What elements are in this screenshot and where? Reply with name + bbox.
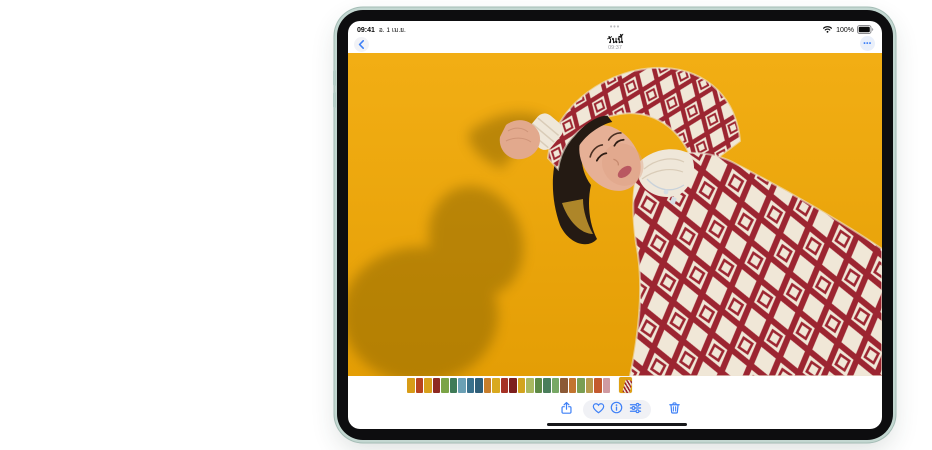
volume-up-button: [333, 70, 336, 86]
battery-percent: 100%: [836, 27, 854, 34]
thumbnail-current[interactable]: [619, 377, 632, 393]
status-time: 09:41: [357, 27, 375, 34]
adjust-button[interactable]: [629, 403, 643, 417]
thumbnail[interactable]: [526, 378, 534, 393]
thumbnail[interactable]: [586, 378, 594, 393]
thumbnail[interactable]: [535, 378, 543, 393]
battery-icon: [857, 25, 874, 36]
chevron-left-icon: [358, 36, 365, 54]
thumbnail[interactable]: [433, 378, 441, 393]
info-button[interactable]: [610, 403, 624, 417]
thumbnail[interactable]: [441, 378, 449, 393]
thumbnail[interactable]: [594, 378, 602, 393]
bottom-toolbar: [348, 400, 882, 420]
navigation-bar: วันนี้ 09:37 •••: [348, 35, 882, 55]
favorite-button[interactable]: [591, 403, 605, 417]
thumbnail[interactable]: [450, 378, 458, 393]
thumbnail[interactable]: [501, 378, 509, 393]
thumbnail[interactable]: [509, 378, 517, 393]
thumbnail[interactable]: [543, 378, 551, 393]
thumbnail[interactable]: [560, 378, 568, 393]
page-title: วันนี้: [607, 36, 623, 45]
thumbnail[interactable]: [458, 378, 466, 393]
thumbnail[interactable]: [603, 378, 611, 393]
back-button[interactable]: [354, 37, 369, 52]
status-date: อ. 1 เม.ย.: [379, 25, 406, 35]
more-options-button[interactable]: •••: [860, 36, 875, 51]
thumbnail[interactable]: [475, 378, 483, 393]
thumbnail[interactable]: [484, 378, 492, 393]
home-indicator[interactable]: [547, 423, 687, 426]
info-icon: [610, 401, 623, 419]
toolbar-pill: [583, 400, 651, 419]
thumbnail[interactable]: [407, 378, 415, 393]
photo-view[interactable]: [348, 53, 882, 376]
share-button[interactable]: [557, 401, 575, 419]
ipad-screen: 09:41 อ. 1 เม.ย. 100%: [348, 21, 882, 429]
sliders-icon: [629, 401, 642, 419]
photo-illustration: [348, 53, 882, 376]
trash-icon: [668, 401, 681, 420]
thumbnail[interactable]: [424, 378, 432, 393]
thumbnail[interactable]: [492, 378, 500, 393]
thumbnail[interactable]: [467, 378, 475, 393]
share-icon: [560, 401, 573, 420]
ipad-device: 09:41 อ. 1 เม.ย. 100%: [337, 10, 893, 440]
thumbnail[interactable]: [416, 378, 424, 393]
thumbnail[interactable]: [569, 378, 577, 393]
thumbnail[interactable]: [518, 378, 526, 393]
delete-button[interactable]: [665, 401, 683, 419]
thumbnail[interactable]: [577, 378, 585, 393]
thumbnail-current-figure: [623, 379, 632, 393]
thumbnail[interactable]: [552, 378, 560, 393]
nav-title-group: วันนี้ 09:37: [607, 36, 623, 52]
thumbnail-strip[interactable]: [407, 378, 610, 393]
heart-icon: [592, 401, 605, 419]
volume-down-button: [333, 92, 336, 108]
multitasking-indicator[interactable]: •••: [610, 26, 620, 30]
page-subtitle: 09:37: [607, 46, 623, 52]
wifi-icon: [822, 25, 833, 35]
